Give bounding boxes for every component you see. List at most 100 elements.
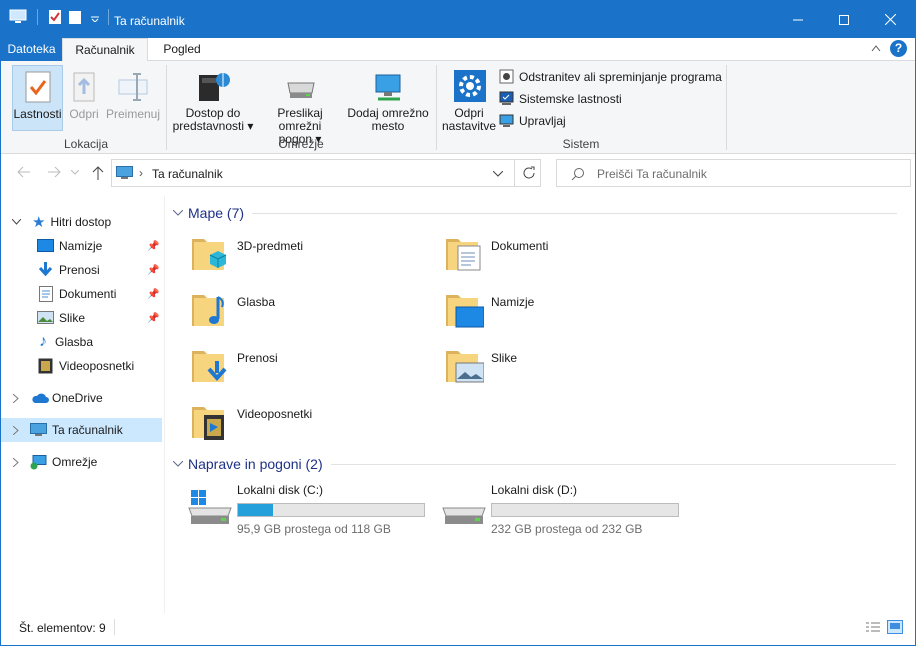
drive-space-info: 232 GB prostega od 232 GB <box>491 522 643 536</box>
nav-item-this-pc[interactable]: Ta računalnik <box>1 418 162 442</box>
chevron-right-icon[interactable] <box>13 393 19 403</box>
status-bar: Št. elementov: 9 <box>1 613 915 645</box>
folder-tile-pictures[interactable]: Slike <box>444 341 684 389</box>
drive-space-info: 95,9 GB prostega od 118 GB <box>237 522 391 536</box>
pin-icon[interactable]: 📌 <box>147 313 159 324</box>
forward-arrow-icon[interactable] <box>47 166 61 178</box>
nav-label: Glasba <box>55 335 94 349</box>
folder-tile-videos[interactable]: Videoposnetki <box>190 397 430 445</box>
properties-button[interactable]: Lastnosti <box>12 65 63 131</box>
content-pane: Mape (7) 3D-predmeti Dokumenti Glasba Na… <box>164 196 915 613</box>
recent-locations-icon[interactable] <box>71 170 79 175</box>
tiles-view-icon[interactable] <box>887 620 903 634</box>
pin-icon[interactable]: 📌 <box>147 289 159 300</box>
properties-qat-icon[interactable] <box>48 9 62 25</box>
collapse-ribbon-icon[interactable] <box>871 44 881 52</box>
system-properties-button[interactable]: Sistemske lastnosti <box>499 91 622 106</box>
navigation-bar: › Ta računalnik Preišči Ta računalnik <box>1 154 915 194</box>
drive-usage-bar <box>491 503 679 517</box>
new-folder-qat-icon[interactable] <box>68 9 84 25</box>
group-header-drives[interactable]: Naprave in pogoni (2) <box>173 456 896 472</box>
downloads-folder-icon <box>192 351 227 382</box>
manage-label: Upravljaj <box>519 113 566 128</box>
media-access-button[interactable]: Dostop do predstavnosti ▾ <box>171 65 255 133</box>
pin-icon[interactable]: 📌 <box>147 265 159 276</box>
details-view-icon[interactable] <box>865 621 881 633</box>
film-icon <box>38 358 53 374</box>
nav-label: OneDrive <box>52 391 103 405</box>
drive-name: Lokalni disk (D:) <box>491 483 578 497</box>
tab-file[interactable]: Datoteka <box>1 38 62 61</box>
maximize-button[interactable] <box>821 1 867 38</box>
folder-tile-desktop[interactable]: Namizje <box>444 285 684 333</box>
manage-button[interactable]: Upravljaj <box>499 113 566 128</box>
tab-view[interactable]: Pogled <box>152 38 212 61</box>
map-network-drive-button[interactable]: Preslikaj omrežni pogon ▾ <box>255 65 345 146</box>
open-button[interactable]: Odpri <box>65 65 103 121</box>
drive-tile-c[interactable]: Lokalni disk (C:) 95,9 GB prostega od 11… <box>188 482 439 536</box>
close-icon <box>884 14 896 25</box>
folder-tile-3d-objects[interactable]: 3D-predmeti <box>190 229 430 277</box>
search-box[interactable]: Preišči Ta računalnik <box>556 159 911 187</box>
nav-item-downloads[interactable]: Prenosi 📌 <box>1 258 162 282</box>
add-network-location-button[interactable]: Dodaj omrežno mesto <box>346 65 430 133</box>
help-icon[interactable]: ? <box>890 40 907 57</box>
desktop-folder-icon <box>446 295 484 328</box>
system-properties-label: Sistemske lastnosti <box>519 91 622 106</box>
back-arrow-icon[interactable] <box>17 166 31 178</box>
folder-name: Dokumenti <box>491 239 549 253</box>
rename-icon <box>117 70 149 104</box>
folder-tile-documents[interactable]: Dokumenti <box>444 229 684 277</box>
folder-name: 3D-predmeti <box>237 239 304 253</box>
open-settings-button[interactable]: Odpri nastavitve <box>441 65 497 133</box>
nav-item-onedrive[interactable]: OneDrive <box>1 386 162 410</box>
properties-label: Lastnosti <box>13 107 62 121</box>
nav-item-documents[interactable]: Dokumenti 📌 <box>1 282 162 306</box>
rename-button[interactable]: Preimenuj <box>105 65 161 121</box>
folder-name: Glasba <box>237 295 276 309</box>
refresh-icon[interactable] <box>522 166 536 180</box>
chevron-right-icon[interactable] <box>13 457 19 467</box>
nav-label: Videoposnetki <box>59 359 135 373</box>
chevron-down-icon[interactable] <box>493 171 503 177</box>
nav-item-desktop[interactable]: Namizje 📌 <box>1 234 162 258</box>
star-icon: ★ <box>32 214 46 231</box>
computer-icon <box>9 9 27 23</box>
minimize-button[interactable] <box>775 1 821 38</box>
breadcrumb-separator-icon[interactable]: › <box>139 166 143 180</box>
minimize-icon <box>793 19 803 20</box>
folder-tile-downloads[interactable]: Prenosi <box>190 341 430 389</box>
nav-item-music[interactable]: ♪ Glasba <box>1 330 162 354</box>
picture-icon <box>37 311 54 324</box>
computer-management-icon <box>499 114 514 127</box>
chevron-down-icon[interactable] <box>173 210 183 216</box>
chevron-down-icon[interactable] <box>173 461 183 467</box>
rename-label: Preimenuj <box>105 107 161 121</box>
up-arrow-icon[interactable] <box>92 166 104 180</box>
ribbon-separator <box>726 65 727 150</box>
navigation-pane: ★ Hitri dostop Namizje 📌 Prenosi 📌 Dokum… <box>1 201 163 613</box>
breadcrumb-this-pc[interactable]: Ta računalnik <box>152 167 223 181</box>
explorer-window: Ta računalnik Datoteka Računalnik Pogled… <box>0 0 916 646</box>
address-bar[interactable]: › Ta računalnik <box>111 159 541 187</box>
chevron-down-icon[interactable] <box>90 12 100 22</box>
settings-gear-icon <box>453 69 486 103</box>
nav-label: Omrežje <box>52 455 98 469</box>
nav-item-pictures[interactable]: Slike 📌 <box>1 306 162 330</box>
chevron-right-icon[interactable] <box>13 425 19 435</box>
tab-computer[interactable]: Računalnik <box>62 38 148 62</box>
group-header-folders[interactable]: Mape (7) <box>173 205 898 221</box>
nav-item-quick-access[interactable]: ★ Hitri dostop <box>1 210 162 234</box>
drive-tile-d[interactable]: Lokalni disk (D:) 232 GB prostega od 232… <box>442 482 693 536</box>
nav-item-videos[interactable]: Videoposnetki <box>1 354 162 378</box>
add-network-location-label: Dodaj omrežno mesto <box>347 106 429 133</box>
chevron-down-icon[interactable] <box>12 219 21 225</box>
media-access-label: Dostop do predstavnosti ▾ <box>172 106 254 133</box>
pin-icon[interactable]: 📌 <box>147 241 159 252</box>
uninstall-program-button[interactable]: Odstranitev ali spreminjanje programa <box>499 69 722 84</box>
open-icon <box>68 70 100 104</box>
close-button[interactable] <box>867 1 913 38</box>
folder-tile-music[interactable]: Glasba <box>190 285 430 333</box>
group-label-network: Omrežje <box>278 137 324 151</box>
nav-item-network[interactable]: Omrežje <box>1 450 162 474</box>
